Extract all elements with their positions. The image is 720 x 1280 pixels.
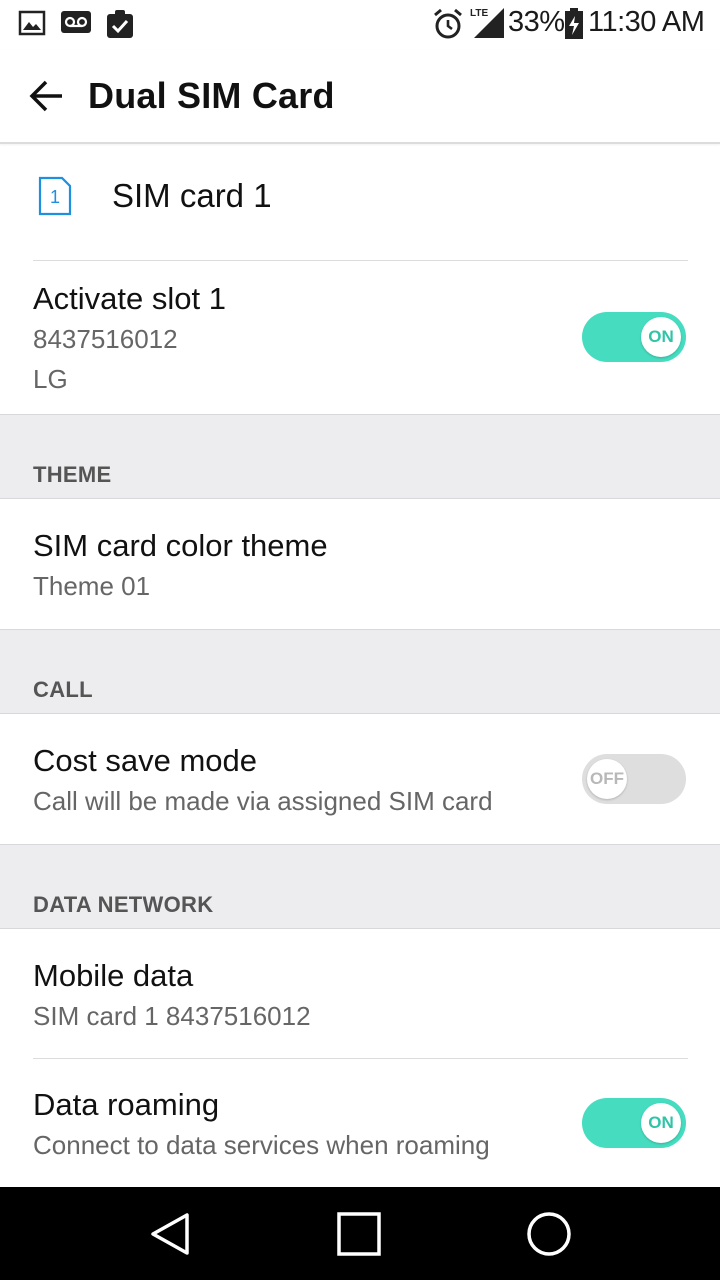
battery-percent: 33% xyxy=(508,6,565,38)
home-circle-icon xyxy=(524,1212,574,1263)
section-call: CALL xyxy=(0,629,720,714)
sim-card-header xyxy=(0,146,720,260)
clock: 11:30 AM xyxy=(588,6,705,38)
toggle-knob: OFF xyxy=(587,759,627,799)
back-arrow-icon xyxy=(26,78,66,119)
battery-charging-icon xyxy=(564,8,584,45)
data-roaming-row[interactable]: Data roaming Connect to data services wh… xyxy=(0,1059,720,1187)
data-roaming-subtitle: Connect to data services when roaming xyxy=(33,1130,490,1160)
activate-slot-carrier: LG xyxy=(33,364,68,394)
back-triangle-icon xyxy=(145,1213,195,1263)
back-button[interactable] xyxy=(18,72,74,124)
nav-home-button[interactable] xyxy=(524,1209,574,1259)
mobile-data-row[interactable]: Mobile data SIM card 1 8437516012 xyxy=(0,929,720,1058)
activate-slot-toggle[interactable]: ON xyxy=(582,312,686,362)
sim-card-icon: 1 xyxy=(38,176,72,216)
recents-square-icon xyxy=(334,1212,384,1263)
voicemail-icon xyxy=(60,9,92,42)
section-theme-label: THEME xyxy=(33,462,112,487)
status-bar: LTE 33% 11:30 AM xyxy=(0,0,720,50)
lte-label: LTE xyxy=(470,8,488,19)
data-roaming-title: Data roaming xyxy=(33,1087,220,1122)
section-data-network-label: DATA NETWORK xyxy=(33,892,214,917)
color-theme-row[interactable]: SIM card color theme Theme 01 xyxy=(0,499,720,629)
color-theme-title: SIM card color theme xyxy=(33,528,328,563)
nav-recents-button[interactable] xyxy=(334,1209,384,1259)
mobile-data-title: Mobile data xyxy=(33,958,194,993)
section-data-network: DATA NETWORK xyxy=(0,844,720,929)
section-call-label: CALL xyxy=(33,677,93,702)
nav-back-button[interactable] xyxy=(145,1209,195,1259)
activate-slot-number: 8437516012 xyxy=(33,324,178,354)
mobile-data-subtitle: SIM card 1 8437516012 xyxy=(33,1001,311,1031)
cost-save-subtitle: Call will be made via assigned SIM card xyxy=(33,786,493,816)
cost-save-row[interactable]: Cost save mode Call will be made via ass… xyxy=(0,714,720,844)
section-theme: THEME xyxy=(0,414,720,499)
toggle-knob: ON xyxy=(641,317,681,357)
app-bar: Dual SIM Card xyxy=(0,50,720,144)
sim-card-label: SIM card 1 xyxy=(112,177,272,214)
sim-card-number: 1 xyxy=(50,187,60,207)
page-title: Dual SIM Card xyxy=(88,75,335,116)
clipboard-check-icon xyxy=(106,9,134,44)
data-roaming-toggle[interactable]: ON xyxy=(582,1098,686,1148)
activate-slot-row[interactable]: Activate slot 1 8437516012 LG ON xyxy=(0,261,720,414)
cost-save-title: Cost save mode xyxy=(33,743,257,778)
alarm-icon xyxy=(432,8,464,45)
lte-signal-icon: LTE xyxy=(470,6,506,45)
navigation-bar xyxy=(0,1187,720,1280)
cost-save-toggle[interactable]: OFF xyxy=(582,754,686,804)
image-icon xyxy=(18,9,46,42)
color-theme-value: Theme 01 xyxy=(33,571,151,601)
toggle-knob: ON xyxy=(641,1103,681,1143)
activate-slot-title: Activate slot 1 xyxy=(33,281,226,316)
